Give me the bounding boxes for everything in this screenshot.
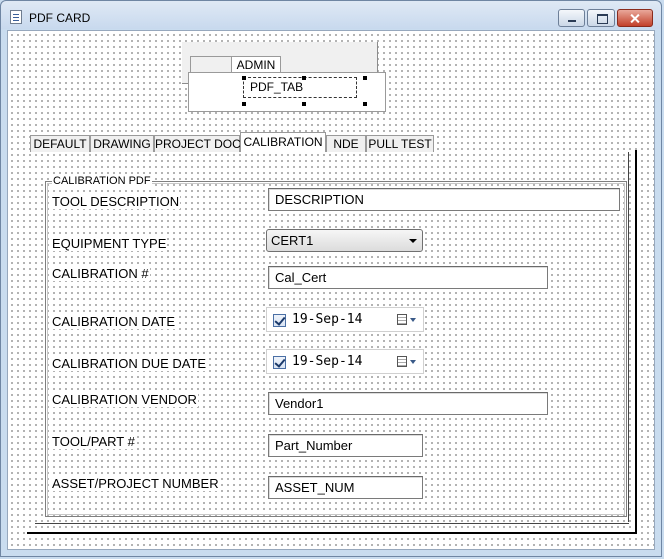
equipment-type-value: CERT1 [271, 233, 314, 248]
tab-page-border [628, 152, 629, 522]
calibration-due-date-label: CALIBRATION DUE DATE [51, 356, 208, 371]
calibration-vendor-label: CALIBRATION VENDOR [51, 392, 198, 407]
selection-handle[interactable] [242, 102, 246, 106]
equipment-type-select[interactable]: CERT1 [266, 229, 423, 252]
tab-page-border [35, 523, 629, 524]
tool-part-label: TOOL/PART # [51, 434, 136, 449]
calibration-vendor-input[interactable]: Vendor1 [268, 392, 548, 415]
selection-handle[interactable] [302, 102, 306, 106]
calendar-icon[interactable] [397, 314, 407, 325]
selection-handle[interactable] [363, 102, 367, 106]
tab-nde[interactable]: NDE [326, 135, 366, 152]
selection-handle[interactable] [302, 76, 306, 80]
asset-project-input[interactable]: ASSET_NUM [268, 476, 423, 499]
chevron-down-icon[interactable] [410, 318, 416, 322]
minimize-button[interactable] [558, 9, 585, 27]
tool-description-input[interactable]: DESCRIPTION [268, 188, 620, 211]
calibration-number-label: CALIBRATION # [51, 266, 150, 281]
group-title: CALIBRATION PDF [52, 175, 152, 188]
chevron-down-icon[interactable] [410, 360, 416, 364]
asset-project-label: ASSET/PROJECT NUMBER [51, 476, 220, 491]
selection-handle[interactable] [242, 76, 246, 80]
chevron-down-icon[interactable] [409, 239, 417, 243]
calibration-date-checkbox[interactable] [273, 314, 286, 327]
tab-default[interactable]: DEFAULT [30, 135, 90, 152]
tab-page-border [635, 150, 637, 534]
close-button[interactable] [617, 9, 653, 27]
maximize-button[interactable] [587, 9, 615, 27]
tab-calibration[interactable]: CALIBRATION [240, 132, 326, 152]
tool-description-label: TOOL DESCRIPTION [51, 194, 181, 209]
tab-project-doc[interactable]: PROJECT DOC [154, 135, 241, 152]
title-bar[interactable]: PDF CARD [1, 1, 663, 31]
tab-drawing[interactable]: DRAWING [90, 135, 154, 152]
admin-tab-blank[interactable] [190, 56, 232, 73]
calibration-date-label: CALIBRATION DATE [51, 314, 177, 329]
equipment-type-label: EQUIPMENT TYPE [51, 236, 168, 251]
calibration-date-picker[interactable]: 19-Sep-14 [266, 307, 424, 332]
calibration-due-date-value: 19-Sep-14 [292, 354, 363, 369]
pdf-tab-field[interactable]: PDF_TAB [243, 77, 357, 98]
calendar-icon[interactable] [397, 356, 407, 367]
tab-pull-test[interactable]: PULL TEST [366, 135, 434, 152]
tab-page-border [27, 532, 637, 534]
window-title: PDF CARD [29, 11, 91, 25]
calibration-number-input[interactable]: Cal_Cert [268, 266, 548, 289]
tab-admin[interactable]: ADMIN [231, 56, 281, 73]
selection-handle[interactable] [363, 76, 367, 80]
calibration-due-date-checkbox[interactable] [273, 356, 286, 369]
calibration-due-date-picker[interactable]: 19-Sep-14 [266, 349, 424, 374]
tool-part-input[interactable]: Part_Number [268, 434, 423, 457]
calibration-date-value: 19-Sep-14 [292, 312, 363, 327]
form-icon [10, 10, 22, 24]
